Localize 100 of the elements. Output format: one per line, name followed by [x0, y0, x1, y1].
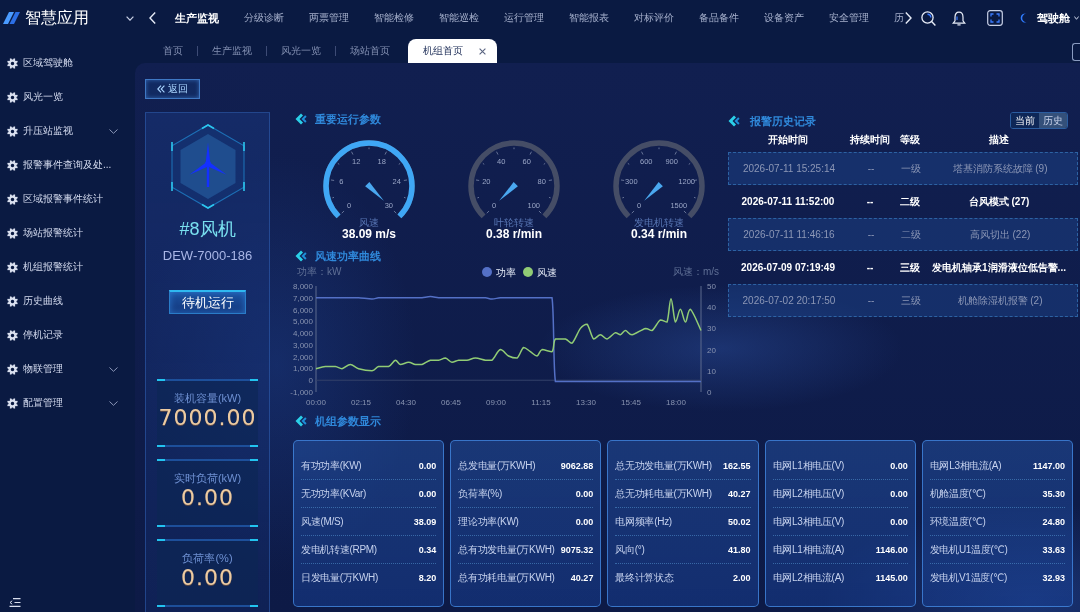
table-cell-text: 塔基消防系统故障 (9) — [951, 161, 1049, 176]
sidebar-item[interactable]: 停机记录 — [0, 318, 130, 352]
double-chevron-icon — [295, 250, 307, 262]
sidebar-item[interactable]: 场站报警统计 — [0, 216, 130, 250]
table-cell-text: -- — [866, 161, 876, 176]
param-label: 总发电量(万KWH) — [458, 458, 536, 473]
fullscreen-icon[interactable] — [987, 10, 1003, 26]
chevron-left-icon[interactable] — [149, 12, 156, 24]
param-value: 40.27 — [570, 573, 594, 583]
mode-switch[interactable]: 驾驶舱 — [1019, 10, 1079, 26]
gauge-label: 发电机转速 — [634, 216, 684, 228]
param-label: 发电机V1温度(℃) — [929, 571, 1007, 585]
axis-tick-label: 2,000 — [292, 352, 313, 362]
axis-tick-label: 09:00 — [486, 398, 506, 407]
axis-tick-label: 00:00 — [306, 398, 326, 407]
gauge-needle — [644, 182, 663, 201]
sidebar-item[interactable]: 区域报警事件统计 — [0, 182, 130, 216]
page-tab[interactable]: 机组首页 — [408, 39, 497, 63]
page-tab[interactable]: 风光一览 — [267, 39, 335, 63]
caret-down-icon[interactable] — [126, 15, 134, 21]
collapse-menu-icon[interactable] — [9, 598, 21, 607]
nav-tab[interactable]: 运行管理 — [504, 10, 544, 26]
axis-tick-label: 02:15 — [351, 398, 371, 407]
section-title: 报警历史记录 — [750, 113, 816, 128]
axis-tick-label: 04:30 — [396, 398, 416, 407]
back-button[interactable]: 返回 — [145, 79, 200, 99]
nav-tab[interactable]: 智能巡检 — [439, 10, 479, 26]
nav-tab[interactable]: 设备资产 — [764, 10, 804, 26]
sidebar-item[interactable]: 物联管理 — [0, 352, 130, 386]
page-tab[interactable]: 场站首页 — [336, 39, 404, 63]
sidebar-item[interactable]: 配置管理 — [0, 386, 130, 420]
tab-bar-button[interactable] — [1072, 42, 1080, 61]
gear-icon — [7, 91, 18, 103]
bell-icon[interactable] — [952, 10, 966, 26]
sidebar-item[interactable]: 区域驾驶舱 — [0, 46, 130, 80]
param-label: 机舱温度(℃) — [929, 486, 986, 501]
gear-icon — [7, 295, 18, 307]
param-value: 24.80 — [1042, 516, 1065, 527]
param-label: 电网L2相电压(V) — [772, 486, 845, 501]
filter-toggle[interactable]: 历史 — [1039, 113, 1067, 128]
table-cell-text: 二级 — [899, 194, 921, 209]
param-value: 0.00 — [575, 516, 594, 527]
nav-tab[interactable]: 安全管理 — [829, 10, 869, 26]
chevron-right-icon[interactable] — [905, 12, 912, 24]
param-value: 32.93 — [1042, 573, 1065, 583]
sidebar-item[interactable]: 风光一览 — [0, 80, 130, 114]
table-cell-text: 三级 — [899, 260, 921, 275]
nav-tab[interactable]: 对标评价 — [634, 10, 674, 26]
search-icon[interactable] — [921, 10, 936, 26]
axis-tick-label: 7,000 — [292, 293, 313, 303]
chevron-down-icon — [109, 128, 118, 134]
double-chevron-left-icon — [157, 85, 165, 93]
nav-tab[interactable]: 两票管理 — [309, 10, 349, 26]
param-value: 9075.32 — [560, 544, 594, 555]
nav-tab[interactable]: 智能检修 — [374, 10, 414, 26]
nav-tab[interactable]: 分级诊断 — [244, 10, 284, 26]
param-value: 0.00 — [890, 488, 908, 499]
filter-toggle[interactable]: 当前 — [1011, 113, 1039, 128]
param-value: 33.63 — [1042, 544, 1065, 555]
page-tab[interactable]: 首页 — [149, 39, 197, 63]
gear-icon — [7, 159, 18, 171]
gauge-reading: 0.34 r/min — [631, 228, 687, 241]
app-title: 智慧应用 — [25, 8, 89, 28]
sidebar-item[interactable]: 升压站监视 — [0, 114, 130, 148]
page-tab[interactable]: 生产监视 — [198, 39, 266, 63]
chevron-down-icon — [109, 366, 118, 372]
column-header: 描述 — [988, 134, 1010, 146]
sidebar-item[interactable]: 机组报警统计 — [0, 250, 130, 284]
param-label: 风速(M/S) — [301, 514, 344, 529]
axis-tick-label: 8,000 — [292, 282, 313, 291]
param-label: 电网L3相电流(A) — [929, 458, 1002, 473]
param-value: 0.00 — [575, 488, 594, 499]
param-value: 35.30 — [1042, 488, 1065, 499]
table-cell-text: 2026-07-11 15:25:14 — [741, 161, 837, 176]
status-tag: 待机运行 — [169, 290, 246, 314]
chevron-down-icon — [109, 400, 118, 406]
param-value: 1146.00 — [875, 544, 908, 555]
param-label: 电网频率(Hz) — [615, 514, 672, 529]
column-header: 开始时间 — [767, 134, 809, 146]
section-title: 重要运行参数 — [315, 112, 381, 126]
nav-tab[interactable]: 历 — [894, 10, 904, 26]
gear-icon — [7, 193, 18, 205]
axis-tick-label: -1,000 — [290, 388, 313, 397]
param-value: 0.00 — [890, 460, 908, 471]
param-label: 电网L3相电压(V) — [772, 514, 845, 529]
axis-tick-label: 30 — [707, 324, 716, 334]
close-icon[interactable] — [479, 47, 486, 55]
legend-label: 功率 — [496, 266, 516, 278]
stat-label: 装机容量(kW) — [172, 391, 243, 405]
axis-tick-label: 18:00 — [666, 398, 686, 407]
axis-tick-label: 10 — [707, 366, 716, 376]
axis-tick-label: 1,000 — [292, 364, 313, 374]
nav-tab[interactable]: 备品备件 — [699, 10, 739, 26]
nav-tab[interactable]: 智能报表 — [569, 10, 609, 26]
sidebar-item[interactable]: 报警事件查询及处... — [0, 148, 130, 182]
param-label: 总有功发电量(万KWH) — [458, 542, 555, 557]
sidebar-item[interactable]: 历史曲线 — [0, 284, 130, 318]
nav-tab[interactable]: 生产监视 — [175, 10, 219, 26]
param-label: 发电机U1温度(℃) — [929, 542, 1008, 557]
axis-tick-label: 5,000 — [292, 317, 313, 327]
